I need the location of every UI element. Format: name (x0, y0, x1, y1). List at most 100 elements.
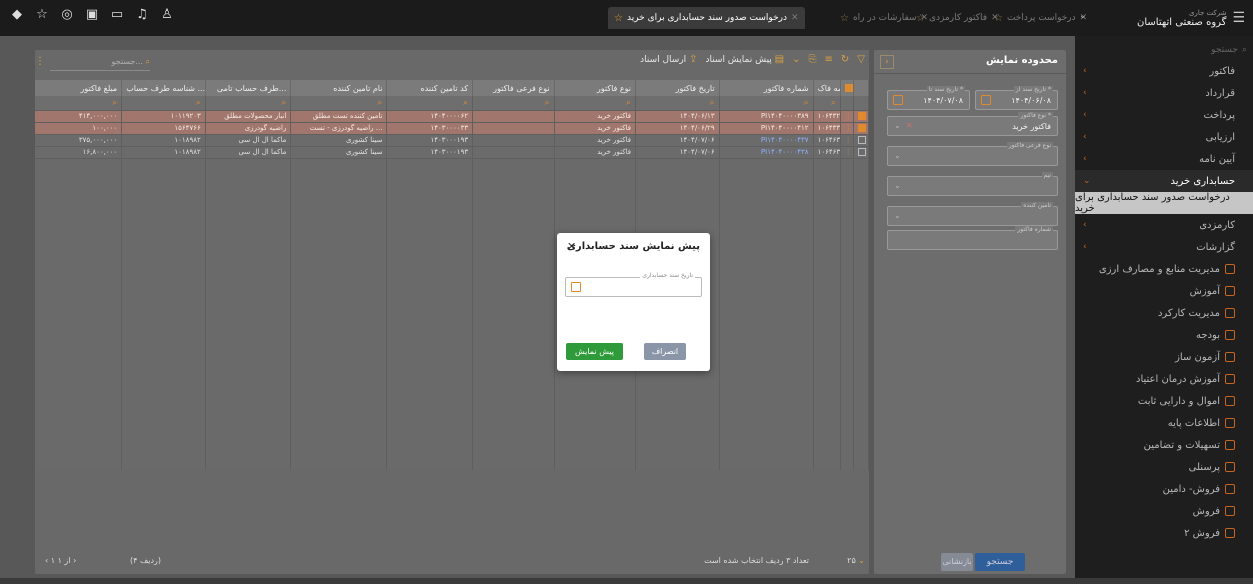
filter-header[interactable] (853, 80, 869, 96)
sidebar-item[interactable]: ‹ قرارداد (1075, 82, 1253, 104)
tab-commission-invoice[interactable]: ☆ فاکتور کارمزدی ✕ (916, 7, 999, 29)
search-button[interactable]: جستجو (975, 553, 1025, 571)
sidebar-item[interactable]: مدیریت کارکرد (1075, 302, 1253, 324)
pagination[interactable]: ‹ ۱ از ۱ › (45, 556, 76, 565)
preview-docs-confirm-button[interactable]: پیش نمایش اسناد (566, 343, 623, 373)
chevron-down-icon[interactable]: ⌄ (1079, 11, 1087, 21)
table-row[interactable]: ۱۰۰,۰۰۰ ۱۵۶۴۷۶۶ راضیه گودرزی راضیه گودرزی -… (35, 122, 869, 135)
row-menu-icon[interactable]: ⋮ (840, 110, 855, 123)
date-from-field[interactable]: تاریخ سند از * ۱۴۰۴/۰۶/۰۸ (975, 86, 1058, 110)
invoice-number-field[interactable]: شماره فاکتور (887, 226, 1058, 250)
menu-icon[interactable]: ☰ (1232, 10, 1245, 26)
sidebar-item[interactable]: فروش ۲ (1075, 522, 1253, 544)
row-checkbox-cell[interactable] (853, 110, 869, 123)
preview-docs-button[interactable]: پیش نمایش اسناد ▤ (705, 54, 784, 65)
column-header[interactable]: نوع فرعی فاکتور (472, 80, 555, 96)
calendar-icon[interactable] (571, 282, 581, 292)
column-filter-icon[interactable]: ⌕ (290, 96, 388, 111)
collapse-icon[interactable]: › (880, 55, 894, 69)
tab-accounting-request[interactable]: ☆ درخواست صدور سند حسابداری برای خرید ✕ (608, 7, 805, 29)
sidebar-item[interactable]: آزمون ساز (1075, 346, 1253, 368)
chevron-down-icon[interactable]: ⌄ (894, 151, 901, 160)
sidebar-item[interactable]: مدیریت منابع و مصارف ارزی (1075, 258, 1253, 280)
calendar-icon[interactable] (893, 95, 903, 105)
export-icon[interactable]: ⎘ (809, 54, 817, 65)
sidebar-item[interactable]: تسهیلات و تضامین (1075, 434, 1253, 456)
sidebar-search[interactable]: جستجو ⌕ (1075, 41, 1253, 59)
column-header[interactable]: نام تامین کننده (290, 80, 388, 96)
sidebar-item[interactable]: ‹ گزارشات (1075, 236, 1253, 258)
table-row[interactable]: ۴۱۴,۰۰۰,۰۰۰ ۱۰۱۱۹۲۰۳ انبار محصولات مطلق تام… (35, 110, 869, 123)
checkbox-header[interactable] (840, 80, 855, 96)
row-checkbox-cell[interactable] (853, 134, 869, 147)
row-checkbox[interactable] (858, 136, 867, 144)
sidebar-item[interactable]: ⌄ حسابداری خرید (1075, 170, 1253, 192)
column-filter-icon[interactable]: ⌕ (554, 96, 637, 111)
column-header[interactable]: طرف حساب تامی... (205, 80, 292, 96)
star-icon[interactable]: ☆ (35, 8, 49, 22)
folder-icon[interactable]: ▭ (110, 8, 124, 22)
column-header[interactable]: شناسه فاک... (813, 80, 841, 96)
logo-icon[interactable]: ◆ (10, 8, 24, 22)
tab-payment-request[interactable]: ☆ درخواست پرداخت ✕ (994, 7, 1087, 29)
sidebar-item[interactable]: ‹ آیین نامه (1075, 148, 1253, 170)
page-size-select[interactable]: ۲۵ ⌄ (847, 556, 865, 565)
sidebar-item[interactable]: ‹ ارزیابی (1075, 126, 1253, 148)
user-icon[interactable]: ♙ (160, 8, 174, 22)
row-checkbox-cell[interactable] (853, 122, 869, 135)
column-filter-icon[interactable]: ⌕ (386, 96, 474, 111)
row-menu-icon[interactable]: ⋮ (840, 122, 855, 135)
sidebar-item[interactable]: ‹ کارمزدی (1075, 214, 1253, 236)
star-icon[interactable]: ☆ (840, 13, 849, 24)
column-filter-icon[interactable]: ⌕ (121, 96, 206, 111)
row-menu-icon[interactable]: ⋮ (840, 134, 855, 147)
star-icon[interactable]: ☆ (614, 13, 623, 24)
sidebar-item[interactable]: درخواست صدور سند حسابداری برای خرید (1075, 192, 1253, 214)
bell-icon[interactable]: ♫ (135, 8, 149, 22)
sidebar-item[interactable]: فروش (1075, 500, 1253, 522)
refresh-icon[interactable]: ↻ (841, 54, 849, 65)
team-field[interactable]: تیم ⌄ (887, 172, 1058, 196)
invoice-type-field[interactable]: نوع فاکتور * فاکتور خرید ⌄ ✕ (887, 112, 1058, 136)
sidebar-item[interactable]: ‹ فاکتور (1075, 60, 1253, 82)
reset-button[interactable]: بازنشانی (941, 553, 973, 571)
company-selector[interactable]: ⌄ شرکت جاری گروه صنعتی اتهتاسان ☰ (1075, 5, 1245, 31)
star-icon[interactable]: ☆ (916, 13, 925, 24)
tab-orders-in-transit[interactable]: ☆ سفارشات در راه ✕ (840, 7, 928, 29)
column-header[interactable]: شناسه طرف حساب ... (121, 80, 206, 96)
column-header[interactable]: مبلغ فاکتور (35, 80, 123, 96)
sidebar-item[interactable]: ‹ پرداخت (1075, 104, 1253, 126)
row-checkbox[interactable] (858, 112, 867, 120)
column-filter-icon[interactable]: ⌕ (813, 96, 841, 111)
chevron-down-icon[interactable]: ⌄ (894, 181, 901, 190)
column-filter-icon[interactable]: ⌕ (35, 96, 123, 111)
close-icon[interactable]: ✕ (791, 13, 799, 23)
chevron-down-icon[interactable]: ⌄ (894, 211, 901, 220)
date-to-field[interactable]: تاریخ سند تا * ۱۴۰۴/۰۷/۰۸ (887, 86, 970, 110)
filter-icon[interactable]: ▽ (857, 54, 865, 65)
table-row[interactable]: ۱۶,۸۰۰,۰۰۰ ۱۰۱۸۹۸۲ ماکما ال ال سی سینا کشور… (35, 146, 869, 159)
chat-icon[interactable]: ▣ (85, 8, 99, 22)
column-header[interactable]: کد تامین کننده (386, 80, 474, 96)
cancel-button[interactable]: انصراف (644, 343, 686, 360)
more-options-icon[interactable]: ⋮ (35, 56, 45, 67)
table-row[interactable]: ۳۷۵,۰۰۰,۰۰۰ ۱۰۱۸۹۸۲ ماکما ال ال سی سینا کشو… (35, 134, 869, 147)
supplier-field[interactable]: تامین کننده ⌄ (887, 202, 1058, 226)
row-checkbox[interactable] (858, 148, 867, 156)
settings-icon[interactable]: ◎ (60, 8, 74, 22)
column-filter-icon[interactable]: ⌕ (635, 96, 720, 111)
sidebar-item[interactable]: آموزش درمان اعتیاد (1075, 368, 1253, 390)
sub-type-field[interactable]: نوع فرعی فاکتور ⌄ (887, 142, 1058, 166)
sidebar-item[interactable]: آموزش (1075, 280, 1253, 302)
row-menu-icon[interactable]: ⋮ (840, 146, 855, 159)
sidebar-item[interactable]: بودجه (1075, 324, 1253, 346)
column-filter-icon[interactable]: ⌕ (205, 96, 292, 111)
accounting-date-field[interactable]: تاریخ سند حسابداری (565, 272, 702, 297)
row-checkbox[interactable] (858, 124, 867, 132)
column-filter-icon[interactable]: ⌕ (719, 96, 814, 111)
chevron-down-icon[interactable]: ⌄ (792, 54, 800, 65)
column-header[interactable]: تاریخ فاکتور (635, 80, 720, 96)
row-checkbox-cell[interactable] (853, 146, 869, 159)
column-filter-icon[interactable]: ⌕ (472, 96, 555, 111)
sidebar-item[interactable]: فروش- دامین (1075, 478, 1253, 500)
